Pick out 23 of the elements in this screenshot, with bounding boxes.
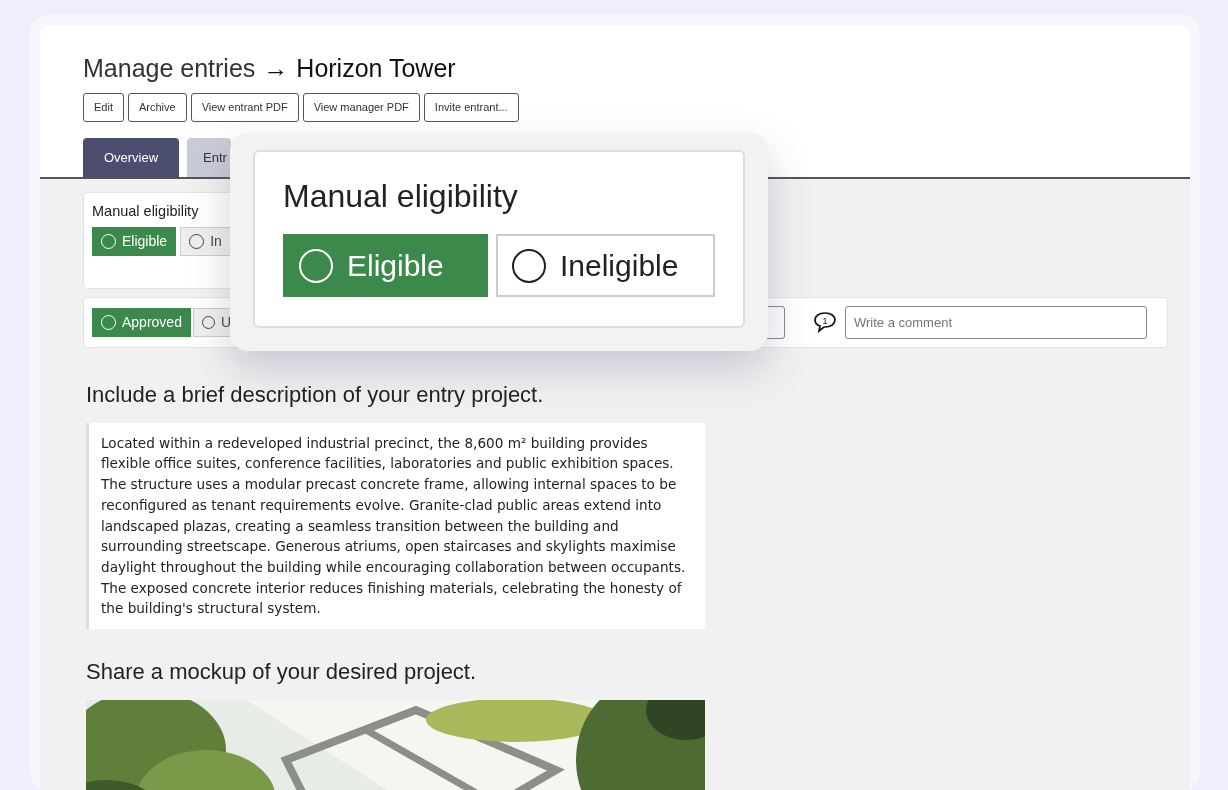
action-button[interactable]: Edit	[83, 93, 124, 122]
radio-option[interactable]: Approved	[92, 307, 191, 337]
card-title: Manual eligibility	[92, 202, 200, 221]
tab[interactable]: Entr	[187, 137, 231, 177]
question-prompt: Share a mockup of your desired project.	[86, 658, 478, 687]
question-prompt: Include a brief description of your entry project.	[86, 380, 545, 409]
action-button[interactable]: Archive	[127, 93, 187, 122]
action-button[interactable]: Invite entrant...	[423, 93, 519, 122]
entry-name: Horizon Tower	[296, 53, 456, 83]
action-button[interactable]: View manager PDF	[302, 93, 420, 122]
callout-title: Manual eligibility	[283, 177, 519, 216]
action-button[interactable]: View entrant PDF	[190, 93, 299, 122]
radio-option[interactable]: Ineligible	[496, 234, 715, 297]
arrow-text: →	[263, 53, 289, 83]
radio-option[interactable]: U	[192, 307, 231, 337]
tab[interactable]: Overview	[83, 137, 179, 177]
radio-option[interactable]: Eligible	[283, 234, 488, 297]
comment-field[interactable]: Write a comment	[845, 305, 1147, 339]
page-title: Manage entries	[83, 53, 256, 83]
answer-text: Located within a redeveloped industrial precinct, the 8,600 m² building provides flexible office suites, conference facilities, laboratories and public exhibition spaces. The structure uses a modular precast concrete frame, allowing internal spaces to be reconfigured as tenant requirements evolve. Granite-clad public areas extend into landscaped plazas, creating a seamless transition between the building and surrounding streetscape. Generous atriums, open staircases and skylights maximise daylight throughout the building while encouraging collaboration between occupants. The exposed concrete interior reduces finishing materials, celebrating the honesty of the building's structural system.	[86, 422, 705, 630]
radio-option[interactable]: Eligible	[92, 226, 177, 256]
comment-icon[interactable]: 1	[813, 311, 837, 334]
radio-option[interactable]: In	[180, 226, 231, 256]
